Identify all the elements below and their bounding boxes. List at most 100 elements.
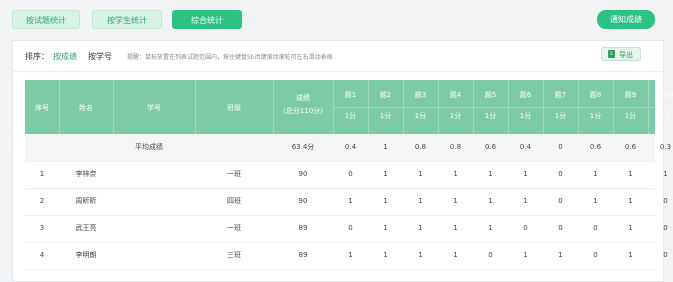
header-divider <box>273 80 274 134</box>
cell-answer: 0 <box>348 170 353 178</box>
header-question-points: 1分 <box>449 112 462 120</box>
cell-answer: 1 <box>453 251 458 259</box>
average-score: 63.4分 <box>291 143 315 151</box>
cell-answer: 1 <box>628 197 633 205</box>
average-answer: 0.4 <box>519 143 532 151</box>
header-question-points: 1分 <box>414 112 427 120</box>
cell-score: 89 <box>298 251 308 259</box>
average-answer: 0.4 <box>344 143 357 151</box>
header-question-points: 1分 <box>344 112 357 120</box>
cell-answer: 1 <box>593 170 598 178</box>
table-row[interactable]: 3 武王亮 一班 89 0 1 1 1 1 0 0 0 1 0 <box>25 215 668 243</box>
cell-answer: 1 <box>663 170 668 178</box>
cell-answer: 1 <box>523 197 528 205</box>
cell-index: 2 <box>39 197 45 205</box>
cell-class: 三班 <box>227 251 241 259</box>
header-name: 姓名 <box>79 104 93 112</box>
cell-answer: 1 <box>348 197 353 205</box>
cell-name: 李梓奈 <box>75 170 97 178</box>
table-header: 序号 姓名 学号 班级 成绩 （总分110分） 题1 1分 题2 1分 题3 1分 题4 1分 题5 1分 题6… <box>25 80 673 134</box>
cell-name: 武王亮 <box>75 224 97 232</box>
header-question-points: 1分 <box>589 112 602 120</box>
header-question: 题6 <box>519 91 532 99</box>
cell-answer: 1 <box>628 170 633 178</box>
tab-by-question[interactable]: 按试题统计 <box>12 10 80 29</box>
average-answer: 0 <box>558 143 563 151</box>
cell-name: 李明朗 <box>75 251 97 259</box>
cell-answer: 0 <box>663 251 668 259</box>
cell-answer: 1 <box>488 224 493 232</box>
average-row: 平均成绩 63.4分 0.4 1 0.8 0.8 0.6 0.4 0 0.6 0.6 0.3 <box>25 134 671 162</box>
cell-answer: 1 <box>453 170 458 178</box>
header-question: 题3 <box>414 91 427 99</box>
table-row[interactable]: 2 周昕昕 四班 90 1 1 1 1 1 1 0 1 1 0 <box>25 188 668 216</box>
average-answer: 0.8 <box>449 143 462 151</box>
cell-answer: 0 <box>348 224 353 232</box>
table-row[interactable]: 1 李梓奈 一班 90 0 1 1 1 1 1 0 1 1 1 <box>25 161 668 189</box>
header-question-points: 1分 <box>624 112 637 120</box>
cell-score: 90 <box>298 170 308 178</box>
header-class: 班级 <box>227 104 241 112</box>
scroll-tip: 提醒：鼠标放置在列表试题范围内，按住键盘Shift键滚动滚轮可左右滑动表格 <box>127 54 333 61</box>
cell-answer: 1 <box>558 251 563 259</box>
cell-answer: 1 <box>453 224 458 232</box>
header-divider <box>333 107 655 108</box>
cell-index: 3 <box>39 224 45 232</box>
header-student-id: 学号 <box>147 104 161 112</box>
cell-name: 周昕昕 <box>75 197 97 205</box>
cell-answer: 0 <box>558 170 563 178</box>
export-button[interactable]: ⇩ 导出 <box>601 47 641 61</box>
cell-answer: 1 <box>628 251 633 259</box>
header-question: 题7 <box>554 91 567 99</box>
cell-answer: 0 <box>558 197 563 205</box>
cell-answer: 1 <box>628 224 633 232</box>
header-question: 题4 <box>449 91 462 99</box>
average-label: 平均成绩 <box>135 143 163 151</box>
cell-answer: 1 <box>383 251 388 259</box>
cell-answer: 1 <box>593 197 598 205</box>
header-question-points: 1分 <box>519 112 532 120</box>
cell-score: 89 <box>298 224 308 232</box>
header-question-points: 1分 <box>554 112 567 120</box>
header-divider <box>195 80 196 134</box>
cell-answer: 1 <box>348 251 353 259</box>
average-answer: 0.6 <box>624 143 637 151</box>
cell-answer: 0 <box>663 197 668 205</box>
cell-answer: 0 <box>558 224 563 232</box>
cell-answer: 0 <box>488 251 493 259</box>
average-answer: 0.3 <box>659 143 672 151</box>
tab-by-student[interactable]: 按学生统计 <box>92 10 162 29</box>
cell-class: 一班 <box>227 170 241 178</box>
cell-answer: 1 <box>418 170 423 178</box>
tab-summary[interactable]: 综合统计 <box>172 10 242 29</box>
cell-answer: 1 <box>523 170 528 178</box>
cell-answer: 1 <box>488 197 493 205</box>
header-divider <box>59 80 60 134</box>
cell-answer: 1 <box>418 197 423 205</box>
cell-answer: 1 <box>418 224 423 232</box>
cell-class: 一班 <box>227 224 241 232</box>
header-question: 题8 <box>589 91 602 99</box>
header-question: 题10 <box>657 91 673 99</box>
cell-answer: 0 <box>593 224 598 232</box>
table-row[interactable]: 4 李明朗 三班 89 1 1 1 1 0 1 1 0 1 0 <box>25 242 668 270</box>
sort-by-score-link[interactable]: 按成绩 <box>53 51 77 62</box>
cell-answer: 1 <box>383 224 388 232</box>
sort-by-id-link[interactable]: 按学号 <box>88 51 112 62</box>
cell-index: 4 <box>39 251 45 259</box>
average-answer: 0.6 <box>589 143 602 151</box>
sort-label: 排序： <box>25 52 49 61</box>
cell-answer: 1 <box>418 251 423 259</box>
divider <box>13 71 663 72</box>
average-answer: 1 <box>383 143 388 151</box>
header-score-total: （总分110分） <box>278 107 328 115</box>
header-question: 题1 <box>344 91 357 99</box>
header-index: 序号 <box>35 104 49 112</box>
cell-index: 1 <box>39 170 45 178</box>
notify-scores-button[interactable]: 通知成绩 <box>597 10 655 29</box>
cell-class: 四班 <box>227 197 241 205</box>
cell-answer: 1 <box>523 251 528 259</box>
header-question: 题2 <box>379 91 392 99</box>
export-icon: ⇩ <box>608 50 615 58</box>
top-toolbar: 按试题统计 按学生统计 综合统计 通知成绩 <box>0 0 673 40</box>
